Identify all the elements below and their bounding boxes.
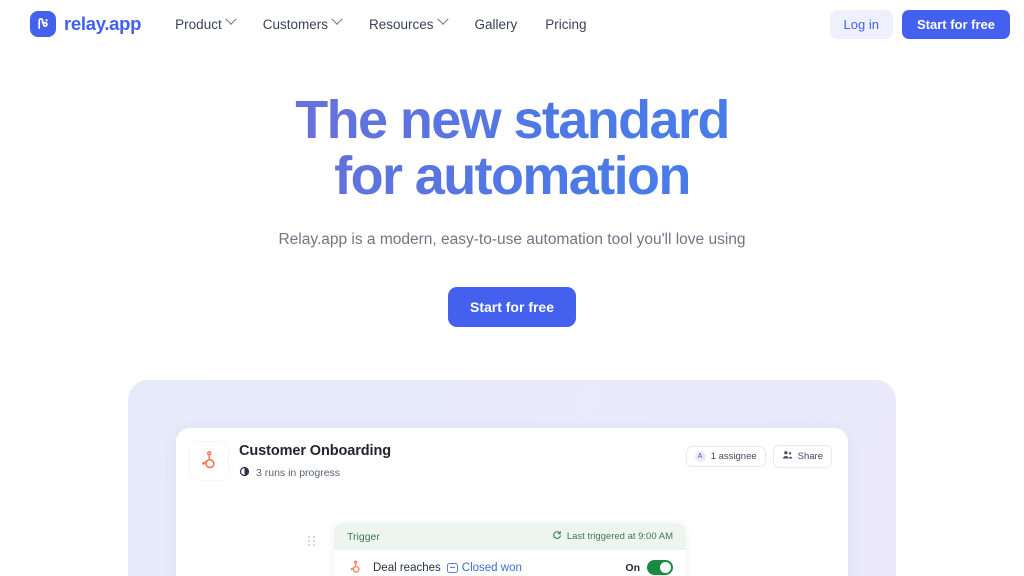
chevron-down-icon [331,13,343,25]
trigger-action-text: Deal reaches [373,561,441,574]
hubspot-icon [347,559,364,576]
workflow-title: Customer Onboarding [239,443,391,460]
nav-link-gallery[interactable]: Gallery [461,11,532,38]
hero-title-line-1: The new standard [295,90,729,150]
chevron-down-icon [436,13,449,25]
nav-actions: Log in Start for free [829,9,1010,39]
nav-link-product[interactable]: Product [167,11,249,38]
refresh-icon [552,530,562,543]
trigger-description: Deal reaches Closed won [373,562,522,574]
trigger-header: Trigger Last triggered at 9:00 AM [334,523,686,551]
nav-links: Product Customers Resources Gallery Pric… [167,11,600,38]
workflow-run-status: 3 runs in progress [239,466,391,480]
brand-logo[interactable]: relay.app [30,11,141,37]
drag-handle-icon[interactable] [304,533,318,549]
avatar: A [694,451,706,463]
trigger-block[interactable]: Trigger Last triggered at 9:00 AM Deal r… [334,523,686,576]
trigger-row[interactable]: Deal reaches Closed won On [334,550,686,576]
relay-logo-icon [30,11,56,37]
workflow-header: Customer Onboarding 3 runs in progress A… [176,428,848,481]
hero-section: The new standard for automation Relay.ap… [0,48,1024,328]
hero-subtitle: Relay.app is a modern, easy-to-use autom… [278,231,746,249]
nav-link-label: Product [175,16,222,32]
nav-link-label: Customers [262,16,328,32]
workflow-run-status-label: 3 runs in progress [256,467,341,480]
workflow-app-card: Customer Onboarding 3 runs in progress A… [176,428,848,576]
nav-link-label: Resources [368,16,434,32]
share-label: Share [797,451,823,463]
hero-cta-wrapper: Start for free [0,287,1024,328]
nav-link-label: Gallery [474,16,518,32]
workflow-header-actions: A 1 assignee Share [685,442,832,469]
hubspot-icon [190,442,228,481]
trigger-last-run-label: Last triggered at 9:00 AM [566,531,673,543]
nav-link-resources[interactable]: Resources [355,11,461,38]
chevron-down-icon [225,13,237,25]
top-navigation-bar: relay.app Product Customers Resources Ga… [0,0,1024,48]
workflow-title-block: Customer Onboarding 3 runs in progress [239,442,391,480]
login-button[interactable]: Log in [829,9,893,39]
trigger-enabled-toggle[interactable] [647,560,673,576]
deal-stage-chip[interactable]: Closed won [446,561,522,574]
toggle-label: On [625,561,640,574]
assignee-label: 1 assignee [710,451,757,463]
nav-start-for-free-button[interactable]: Start for free [901,9,1010,39]
share-people-icon [782,450,793,463]
assignee-button[interactable]: A 1 assignee [685,446,766,468]
hero-title-line-2: for automation [334,146,690,207]
product-showcase-panel: Customer Onboarding 3 runs in progress A… [128,380,896,576]
nav-link-pricing[interactable]: Pricing [531,11,600,38]
deal-stage-label: Closed won [461,561,522,574]
page-title: The new standard for automation [0,92,1024,204]
runs-in-progress-icon [239,466,250,480]
brand-name: relay.app [64,13,142,34]
trigger-last-run: Last triggered at 9:00 AM [552,530,673,543]
nav-link-label: Pricing [545,16,587,32]
deal-stage-icon [446,562,458,573]
hero-start-for-free-button[interactable]: Start for free [447,287,577,328]
trigger-toggle-group[interactable]: On [625,560,673,576]
nav-link-customers[interactable]: Customers [249,11,355,38]
share-button[interactable]: Share [772,445,832,469]
trigger-label: Trigger [347,530,380,543]
